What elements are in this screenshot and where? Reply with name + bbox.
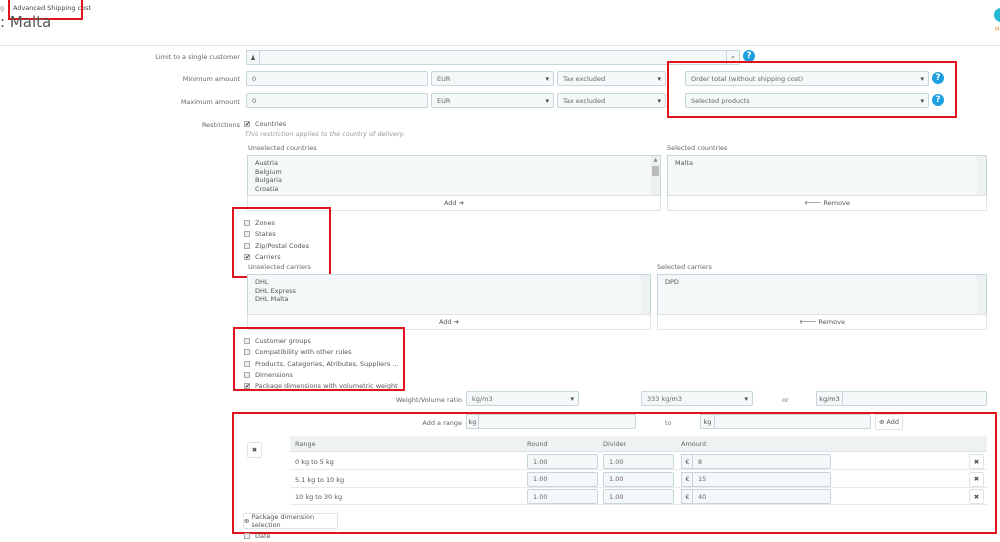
countries-hint: This restriction applies to the country … (245, 130, 406, 138)
selected-value: EUR (437, 96, 451, 105)
list-item[interactable]: Bulgaria (255, 176, 653, 185)
list-item[interactable]: Austria (255, 159, 653, 168)
minimum-amount-label: Minimum amount (182, 75, 240, 83)
restrictions-label: Restrictions (201, 121, 240, 129)
countries-checkbox[interactable]: ✔ Countries (244, 120, 286, 128)
checkbox-label: Countries (255, 120, 287, 128)
selected-value: Tax excluded (563, 74, 606, 83)
customer-search-input[interactable] (259, 50, 727, 65)
highlight-box (232, 412, 997, 534)
list-item[interactable]: DHL Malta (255, 295, 643, 304)
scrollbar[interactable] (977, 156, 986, 195)
highlight-box (233, 327, 405, 391)
divider (0, 45, 1000, 46)
selected-carriers-label: Selected carriers (657, 263, 712, 271)
selected-countries-label: Selected countries (667, 144, 728, 152)
highlight-box (667, 61, 957, 118)
list-item[interactable]: Belgium (255, 168, 653, 177)
minimum-currency-select[interactable]: EUR (431, 71, 554, 86)
breadcrumb-prev[interactable]: g (0, 4, 4, 12)
or-label: or (782, 396, 789, 404)
remove-carrier-button[interactable]: 🡐 Remove (657, 314, 987, 330)
page-title: : Malta (0, 13, 52, 31)
highlight-box (232, 207, 331, 278)
maximum-amount-input[interactable]: 0 (246, 93, 428, 108)
user-icon: ♟ (246, 50, 260, 65)
selected-value: kg/m3 (472, 394, 493, 403)
list-item[interactable]: Croatia (255, 185, 653, 194)
ratio-unit-addon: kg/m3 (816, 391, 843, 406)
scrollbar[interactable] (977, 275, 986, 314)
unselected-countries-label: Unselected countries (248, 144, 317, 152)
selected-value: Tax excluded (563, 96, 606, 105)
ratio-value-select[interactable]: 333 kg/m3 (641, 391, 753, 406)
ratio-label: Weight/Volume ratio (395, 396, 462, 404)
scrollbar[interactable] (641, 275, 650, 314)
maximum-currency-select[interactable]: EUR (431, 93, 554, 108)
list-item[interactable]: Malta (675, 159, 979, 168)
remove-country-button[interactable]: 🡐 Remove (667, 195, 987, 211)
checkbox-label: Date (255, 532, 271, 540)
selected-value: 333 kg/m3 (647, 394, 683, 403)
ratio-unit-select[interactable]: kg/m3 (466, 391, 579, 406)
scrollbar[interactable]: ▲ (651, 156, 660, 195)
unselected-countries-list[interactable]: Austria Belgium Bulgaria Croatia ▲ (247, 155, 661, 196)
list-item[interactable]: DPD (665, 278, 979, 287)
header-letter: H (995, 26, 1000, 33)
limit-customer-label: Limit to a single customer (155, 53, 240, 61)
unselected-carriers-list[interactable]: DHL DHL Express DHL Malta (247, 274, 651, 315)
selected-value: EUR (437, 74, 451, 83)
minimum-amount-input[interactable]: 0 (246, 71, 428, 86)
header-circle-icon[interactable] (994, 8, 1000, 22)
maximum-tax-select[interactable]: Tax excluded (557, 93, 666, 108)
maximum-amount-label: Maximum amount (180, 98, 240, 106)
ratio-custom-input[interactable] (842, 391, 987, 406)
selected-carriers-list[interactable]: DPD (657, 274, 987, 315)
date-checkbox[interactable]: Date (244, 532, 271, 540)
list-item[interactable]: DHL (255, 278, 643, 287)
list-item[interactable]: DHL Express (255, 287, 643, 296)
selected-countries-list[interactable]: Malta (667, 155, 987, 196)
minimum-tax-select[interactable]: Tax excluded (557, 71, 666, 86)
